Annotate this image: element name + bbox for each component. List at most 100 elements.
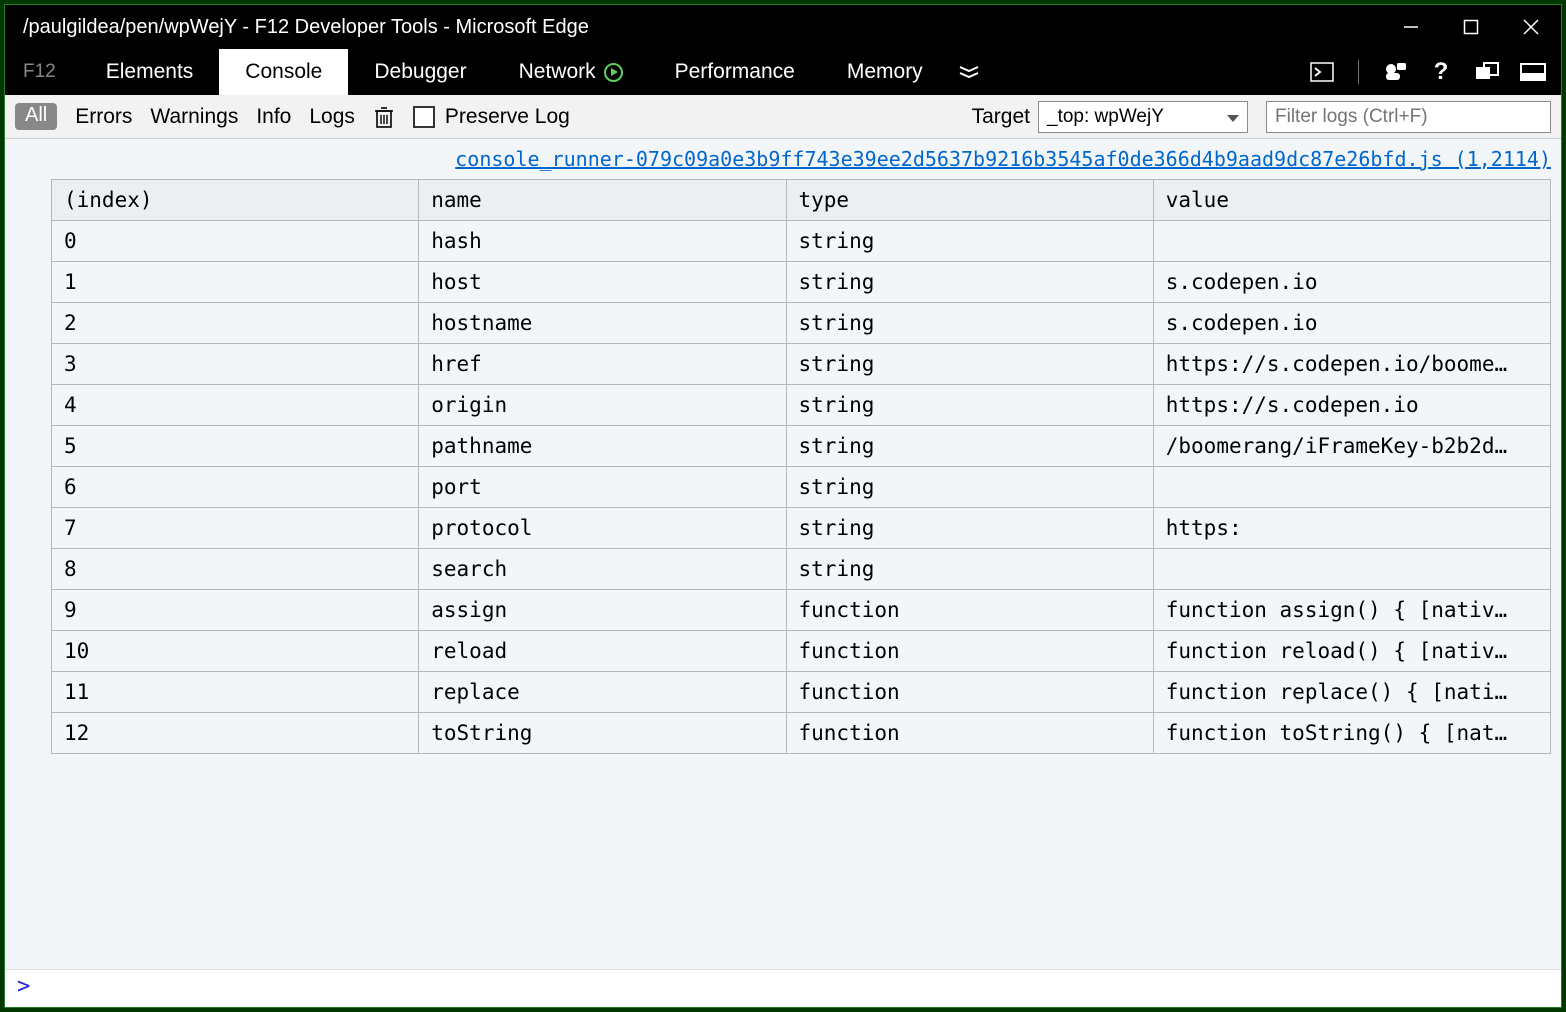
window-controls	[1381, 5, 1561, 49]
cell-type: string	[786, 385, 1153, 426]
cell-value: s.codepen.io	[1153, 303, 1550, 344]
th-index[interactable]: (index)	[52, 180, 419, 221]
cell-name: href	[419, 344, 786, 385]
undock-button[interactable]	[1473, 58, 1501, 86]
table-row[interactable]: 1hoststrings.codepen.io	[52, 262, 1551, 303]
table-row[interactable]: 2hostnamestrings.codepen.io	[52, 303, 1551, 344]
tab-network-label: Network	[519, 60, 596, 84]
cell-name: toString	[419, 713, 786, 754]
tab-memory[interactable]: Memory	[821, 49, 949, 95]
feedback-button[interactable]	[1381, 58, 1409, 86]
clear-console-button[interactable]	[373, 105, 395, 129]
cell-name: hostname	[419, 303, 786, 344]
dock-button[interactable]	[1519, 58, 1547, 86]
table-row[interactable]: 0hashstring	[52, 221, 1551, 262]
cell-index: 1	[52, 262, 419, 303]
cell-index: 8	[52, 549, 419, 590]
table-row[interactable]: 11replacefunctionfunction replace() { [n…	[52, 672, 1551, 713]
target-select[interactable]: _top: wpWejY	[1038, 101, 1248, 133]
console-toolbar: All Errors Warnings Info Logs Preserve L…	[5, 95, 1561, 139]
maximize-button[interactable]	[1441, 5, 1501, 49]
cell-type: string	[786, 262, 1153, 303]
maximize-icon	[1463, 19, 1479, 35]
console-shortcut-button[interactable]	[1308, 58, 1336, 86]
cell-type: string	[786, 344, 1153, 385]
cell-index: 4	[52, 385, 419, 426]
cell-index: 10	[52, 631, 419, 672]
dock-icon	[1520, 63, 1546, 81]
filter-input[interactable]	[1266, 101, 1551, 133]
cell-value: https://s.codepen.io	[1153, 385, 1550, 426]
cell-name: assign	[419, 590, 786, 631]
tab-network[interactable]: Network	[493, 49, 649, 95]
cell-value: function assign() { [nativ…	[1153, 590, 1550, 631]
console-output: console_runner-079c09a0e3b9ff743e39ee2d5…	[5, 139, 1561, 969]
f12-label: F12	[5, 49, 80, 95]
th-value[interactable]: value	[1153, 180, 1550, 221]
cell-index: 5	[52, 426, 419, 467]
cell-name: protocol	[419, 508, 786, 549]
table-row[interactable]: 10reloadfunctionfunction reload() { [nat…	[52, 631, 1551, 672]
minimize-button[interactable]	[1381, 5, 1441, 49]
cell-type: string	[786, 549, 1153, 590]
th-name[interactable]: name	[419, 180, 786, 221]
help-button[interactable]: ?	[1427, 58, 1455, 86]
table-row[interactable]: 3hrefstringhttps://s.codepen.io/boome…	[52, 344, 1551, 385]
table-row[interactable]: 7protocolstringhttps:	[52, 508, 1551, 549]
close-button[interactable]	[1501, 5, 1561, 49]
cell-type: function	[786, 672, 1153, 713]
tab-debugger-label: Debugger	[374, 60, 466, 84]
tab-memory-label: Memory	[847, 60, 923, 84]
table-row[interactable]: 5pathnamestring/boomerang/iFrameKey-b2b2…	[52, 426, 1551, 467]
more-tabs-button[interactable]	[949, 49, 989, 95]
cell-type: string	[786, 426, 1153, 467]
tab-elements[interactable]: Elements	[80, 49, 220, 95]
window-title: /paulgildea/pen/wpWejY - F12 Developer T…	[23, 16, 589, 39]
filter-all-button[interactable]: All	[15, 103, 57, 130]
table-row[interactable]: 6portstring	[52, 467, 1551, 508]
close-icon	[1523, 19, 1539, 35]
minimize-icon	[1403, 19, 1419, 35]
cell-value: s.codepen.io	[1153, 262, 1550, 303]
cell-value	[1153, 467, 1550, 508]
filter-info-button[interactable]: Info	[256, 105, 291, 129]
help-icon: ?	[1434, 58, 1449, 86]
cell-index: 12	[52, 713, 419, 754]
preserve-log-checkbox[interactable]	[413, 106, 435, 128]
filter-logs-button[interactable]: Logs	[309, 105, 355, 129]
tab-performance[interactable]: Performance	[649, 49, 821, 95]
cell-name: hash	[419, 221, 786, 262]
record-icon	[604, 63, 623, 82]
target-select-value: _top: wpWejY	[1047, 106, 1164, 128]
tab-console-label: Console	[245, 60, 322, 84]
filter-warnings-button[interactable]: Warnings	[150, 105, 238, 129]
undock-icon	[1475, 62, 1499, 82]
cell-index: 0	[52, 221, 419, 262]
cell-type: function	[786, 631, 1153, 672]
table-row[interactable]: 8searchstring	[52, 549, 1551, 590]
cell-value: https://s.codepen.io/boome…	[1153, 344, 1550, 385]
cell-type: string	[786, 467, 1153, 508]
filter-errors-button[interactable]: Errors	[75, 105, 132, 129]
cell-name: pathname	[419, 426, 786, 467]
cell-value	[1153, 549, 1550, 590]
console-prompt[interactable]: >	[5, 969, 1561, 1007]
cell-type: function	[786, 713, 1153, 754]
console-shortcut-icon	[1310, 62, 1334, 82]
cell-type: function	[786, 590, 1153, 631]
table-row[interactable]: 9assignfunctionfunction assign() { [nati…	[52, 590, 1551, 631]
tab-debugger[interactable]: Debugger	[348, 49, 492, 95]
cell-index: 6	[52, 467, 419, 508]
table-row[interactable]: 12toStringfunctionfunction toString() { …	[52, 713, 1551, 754]
tab-console[interactable]: Console	[219, 49, 348, 95]
preserve-log-toggle[interactable]: Preserve Log	[413, 105, 570, 129]
trash-icon	[373, 105, 395, 129]
source-link[interactable]: console_runner-079c09a0e3b9ff743e39ee2d5…	[5, 139, 1561, 179]
devtools-window: /paulgildea/pen/wpWejY - F12 Developer T…	[4, 4, 1562, 1008]
cell-index: 3	[52, 344, 419, 385]
th-type[interactable]: type	[786, 180, 1153, 221]
chevron-stack-icon	[958, 65, 980, 79]
table-row[interactable]: 4originstringhttps://s.codepen.io	[52, 385, 1551, 426]
cell-name: search	[419, 549, 786, 590]
feedback-icon	[1383, 61, 1407, 83]
